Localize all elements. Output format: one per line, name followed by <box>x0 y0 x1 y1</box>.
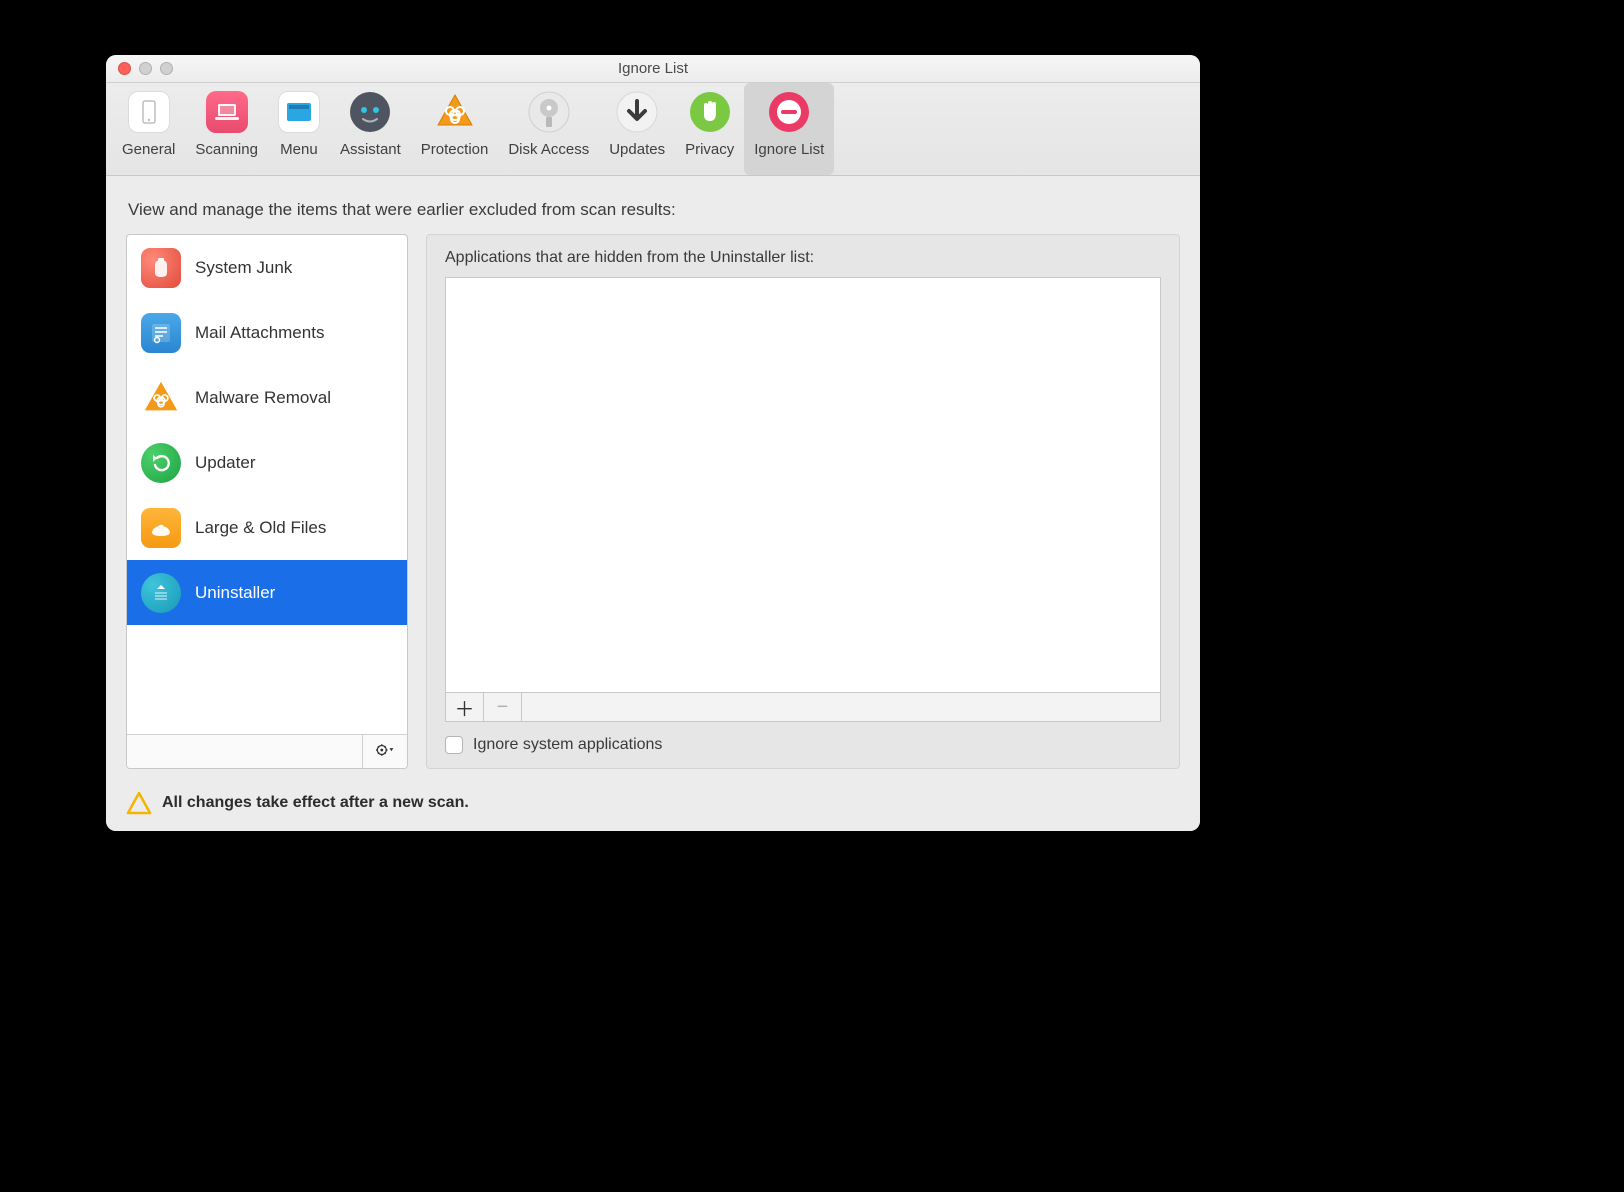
close-button[interactable] <box>118 62 131 75</box>
category-label: System Junk <box>195 258 292 278</box>
gear-icon <box>376 742 394 762</box>
plus-icon: ＋ <box>455 693 475 722</box>
add-button[interactable]: ＋ <box>446 693 484 721</box>
titlebar: Ignore List <box>106 55 1200 83</box>
notice-text: All changes take effect after a new scan… <box>162 794 469 812</box>
malware-removal-icon <box>141 378 181 418</box>
window-title: Ignore List <box>618 60 688 77</box>
category-panel: System Junk Mail Attachments <box>126 234 408 769</box>
preferences-toolbar: General Scanning Menu <box>106 83 1200 176</box>
tab-menu[interactable]: Menu <box>268 83 330 175</box>
category-label: Uninstaller <box>195 583 275 603</box>
assistant-face-icon <box>349 91 391 133</box>
ignore-system-apps-checkbox[interactable] <box>445 736 463 754</box>
mail-attachments-icon <box>141 313 181 353</box>
laptop-scan-icon <box>206 91 248 133</box>
category-mail-attachments[interactable]: Mail Attachments <box>127 300 407 365</box>
detail-panel: Applications that are hidden from the Un… <box>426 234 1180 769</box>
tab-privacy[interactable]: Privacy <box>675 83 744 175</box>
ignore-system-apps-row[interactable]: Ignore system applications <box>445 736 1161 754</box>
tab-protection[interactable]: Protection <box>411 83 499 175</box>
category-updater[interactable]: Updater <box>127 430 407 495</box>
minus-icon: − <box>497 696 509 719</box>
category-uninstaller[interactable]: Uninstaller <box>127 560 407 625</box>
uninstaller-icon <box>141 573 181 613</box>
category-actions-menu[interactable] <box>363 735 407 768</box>
tab-label: Ignore List <box>754 141 824 158</box>
tab-label: Privacy <box>685 141 734 158</box>
preferences-window: Ignore List General Scanning <box>106 55 1200 831</box>
category-malware-removal[interactable]: Malware Removal <box>127 365 407 430</box>
tab-label: Assistant <box>340 141 401 158</box>
monitor-icon <box>278 91 320 133</box>
category-label: Malware Removal <box>195 388 331 408</box>
minus-circle-icon <box>768 91 810 133</box>
category-list: System Junk Mail Attachments <box>127 235 407 734</box>
zoom-button[interactable] <box>160 62 173 75</box>
category-footer <box>127 734 407 768</box>
category-system-junk[interactable]: System Junk <box>127 235 407 300</box>
updater-icon <box>141 443 181 483</box>
tab-label: Scanning <box>195 141 258 158</box>
list-toolbar-spacer <box>522 693 1160 721</box>
category-label: Large & Old Files <box>195 518 326 538</box>
tab-label: Disk Access <box>508 141 589 158</box>
tab-label: General <box>122 141 175 158</box>
tab-label: Menu <box>280 141 318 158</box>
tab-updates[interactable]: Updates <box>599 83 675 175</box>
download-arrow-icon <box>616 91 658 133</box>
tab-scanning[interactable]: Scanning <box>185 83 268 175</box>
tab-label: Protection <box>421 141 489 158</box>
hand-stop-icon <box>689 91 731 133</box>
biohazard-icon <box>434 91 476 133</box>
category-label: Mail Attachments <box>195 323 324 343</box>
list-toolbar: ＋ − <box>445 692 1161 722</box>
phone-icon <box>128 91 170 133</box>
content-area: View and manage the items that were earl… <box>106 176 1200 831</box>
large-old-files-icon <box>141 508 181 548</box>
ignore-system-apps-label: Ignore system applications <box>473 736 662 754</box>
tab-label: Updates <box>609 141 665 158</box>
tab-ignore-list[interactable]: Ignore List <box>744 83 834 175</box>
tab-general[interactable]: General <box>112 83 185 175</box>
warning-triangle-icon <box>126 791 152 815</box>
tab-assistant[interactable]: Assistant <box>330 83 411 175</box>
system-junk-icon <box>141 248 181 288</box>
minimize-button[interactable] <box>139 62 152 75</box>
detail-title: Applications that are hidden from the Un… <box>445 249 1161 267</box>
remove-button[interactable]: − <box>484 693 522 721</box>
tab-disk-access[interactable]: Disk Access <box>498 83 599 175</box>
page-headline: View and manage the items that were earl… <box>128 200 1180 220</box>
category-large-old-files[interactable]: Large & Old Files <box>127 495 407 560</box>
category-footer-spacer <box>127 735 363 768</box>
window-controls <box>118 62 173 75</box>
rescan-notice: All changes take effect after a new scan… <box>126 791 1180 815</box>
ignored-apps-list[interactable] <box>445 277 1161 692</box>
disk-icon <box>528 91 570 133</box>
category-label: Updater <box>195 453 255 473</box>
